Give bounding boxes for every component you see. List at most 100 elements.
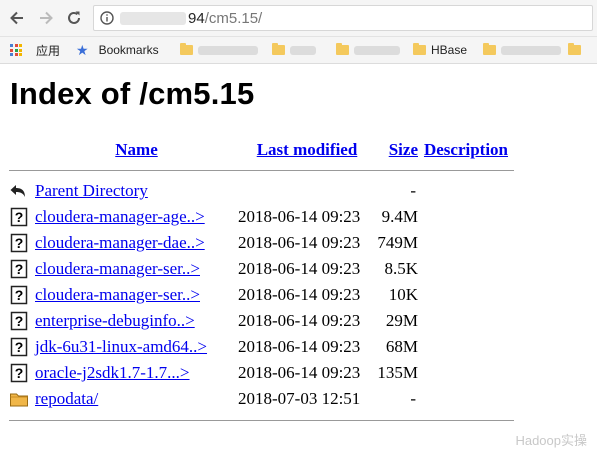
svg-text:?: ? xyxy=(15,209,24,225)
row-description-cell xyxy=(418,386,514,412)
file-link[interactable]: oracle-j2sdk1.7-1.7...> xyxy=(35,363,190,382)
reload-button[interactable] xyxy=(63,7,85,29)
row-size-cell: - xyxy=(410,389,416,408)
bookmark-label: HBase xyxy=(431,43,468,57)
row-size-cell: 68M xyxy=(385,337,418,356)
row-icon-cell: ? xyxy=(9,334,35,360)
bookmark-bookmarks[interactable]: ★ Bookmarks xyxy=(76,41,159,59)
row-size-cell: 10K xyxy=(388,285,418,304)
file-link[interactable]: cloudera-manager-dae..> xyxy=(35,233,205,252)
file-link[interactable]: cloudera-manager-age..> xyxy=(35,207,205,226)
folder-icon xyxy=(336,43,349,55)
name-header: Name xyxy=(35,138,238,162)
row-modified-cell: 2018-06-14 09:23 xyxy=(238,337,361,356)
row-description-cell xyxy=(418,308,514,334)
bookmark-apps[interactable]: 应用 xyxy=(10,41,60,59)
svg-text:?: ? xyxy=(15,235,24,251)
redacted-label xyxy=(354,45,400,55)
unknown-file-icon: ? xyxy=(10,311,28,330)
redacted-label xyxy=(198,45,258,55)
last-modified-header: Last modified xyxy=(238,138,376,162)
svg-text:?: ? xyxy=(15,365,24,381)
unknown-file-icon: ? xyxy=(10,337,28,356)
divider xyxy=(9,169,514,171)
svg-text:?: ? xyxy=(15,339,24,355)
row-modified-cell: 2018-06-14 09:23 xyxy=(238,233,361,252)
row-description-cell xyxy=(418,256,514,282)
folder-icon xyxy=(10,393,28,407)
url-path: /cm5.15/ xyxy=(204,10,263,27)
row-name-cell: enterprise-debuginfo..> xyxy=(35,308,238,334)
back-button[interactable] xyxy=(6,7,28,29)
back-arrow-icon xyxy=(10,184,25,197)
svg-text:?: ? xyxy=(15,313,24,329)
file-link[interactable]: jdk-6u31-linux-amd64..> xyxy=(35,337,207,356)
separator-row xyxy=(9,162,514,178)
browser-toolbar: 94/cm5.15/ xyxy=(0,0,597,37)
forward-arrow-icon xyxy=(40,11,53,25)
file-link[interactable]: cloudera-manager-ser..> xyxy=(35,259,200,278)
row-icon-cell: ? xyxy=(9,230,35,256)
table-row: ? cloudera-manager-age..> 2018-06-14 09:… xyxy=(9,204,514,230)
row-icon-cell: ? xyxy=(9,282,35,308)
file-link[interactable]: cloudera-manager-ser..> xyxy=(35,285,200,304)
file-link[interactable]: Parent Directory xyxy=(35,181,148,200)
back-arrow-icon xyxy=(10,11,23,25)
bookmark-folder-redacted-1[interactable] xyxy=(180,41,258,59)
redacted-label xyxy=(501,45,561,55)
bookmark-hbase[interactable]: HBase xyxy=(413,41,467,59)
row-icon-cell: ? xyxy=(9,256,35,282)
address-bar[interactable]: 94/cm5.15/ xyxy=(93,5,593,31)
sort-by-modified-link[interactable]: Last modified xyxy=(257,140,358,159)
unknown-file-icon: ? xyxy=(10,285,28,304)
row-name-cell: cloudera-manager-age..> xyxy=(35,204,238,230)
row-modified-cell: 2018-06-14 09:23 xyxy=(238,311,361,330)
page-title: Index of /cm5.15 xyxy=(10,76,255,111)
info-icon[interactable] xyxy=(100,11,114,25)
row-description-cell xyxy=(418,282,514,308)
row-size-cell: 29M xyxy=(385,311,418,330)
row-modified-cell xyxy=(238,178,376,204)
row-description-cell xyxy=(418,178,514,204)
sort-by-description-link[interactable]: Description xyxy=(424,140,508,159)
url-host-tail: 94 xyxy=(188,10,205,27)
row-description-cell xyxy=(418,334,514,360)
row-description-cell xyxy=(418,360,514,386)
row-description-cell xyxy=(418,204,514,230)
redacted-label xyxy=(290,45,316,55)
row-size-cell: 135M xyxy=(377,363,418,382)
url-text: 94/cm5.15/ xyxy=(188,10,262,27)
divider xyxy=(9,419,514,421)
table-row: ? enterprise-debuginfo..> 2018-06-14 09:… xyxy=(9,308,514,334)
row-icon-cell: ? xyxy=(9,204,35,230)
folder-icon xyxy=(483,43,496,55)
size-header: Size xyxy=(376,138,418,162)
bookmark-folder-redacted-2[interactable] xyxy=(272,41,316,59)
bookmarks-bar: 应用 ★ Bookmarks HBase xyxy=(0,37,597,64)
row-modified-cell: 2018-06-14 09:23 xyxy=(238,259,361,278)
folder-link[interactable]: repodata/ xyxy=(35,389,98,408)
row-name-cell: cloudera-manager-ser..> xyxy=(35,282,238,308)
bookmark-folder-redacted-3[interactable] xyxy=(336,41,400,59)
row-size-cell: - xyxy=(410,181,416,200)
directory-listing: Name Last modified Size Description Pare… xyxy=(9,138,514,428)
unknown-file-icon: ? xyxy=(10,259,28,278)
sort-by-name-link[interactable]: Name xyxy=(115,140,157,159)
unknown-file-icon: ? xyxy=(10,363,28,382)
row-size-cell: 9.4M xyxy=(381,207,418,226)
file-link[interactable]: enterprise-debuginfo..> xyxy=(35,311,195,330)
bookmark-label: 应用 xyxy=(36,43,61,58)
sort-by-size-link[interactable]: Size xyxy=(389,140,418,159)
bookmark-folder-redacted-4[interactable] xyxy=(483,41,561,59)
row-name-cell: repodata/ xyxy=(35,386,238,412)
row-name-cell: cloudera-manager-ser..> xyxy=(35,256,238,282)
row-icon-cell: ? xyxy=(9,308,35,334)
row-modified-cell: 2018-06-14 09:23 xyxy=(238,363,361,382)
description-header: Description xyxy=(418,138,514,162)
svg-text:?: ? xyxy=(15,261,24,277)
row-name-cell: jdk-6u31-linux-amd64..> xyxy=(35,334,238,360)
star-icon: ★ xyxy=(76,41,89,58)
row-size-cell: 8.5K xyxy=(384,259,418,278)
forward-button[interactable] xyxy=(35,7,57,29)
bookmark-folder-redacted-5[interactable] xyxy=(568,41,586,59)
